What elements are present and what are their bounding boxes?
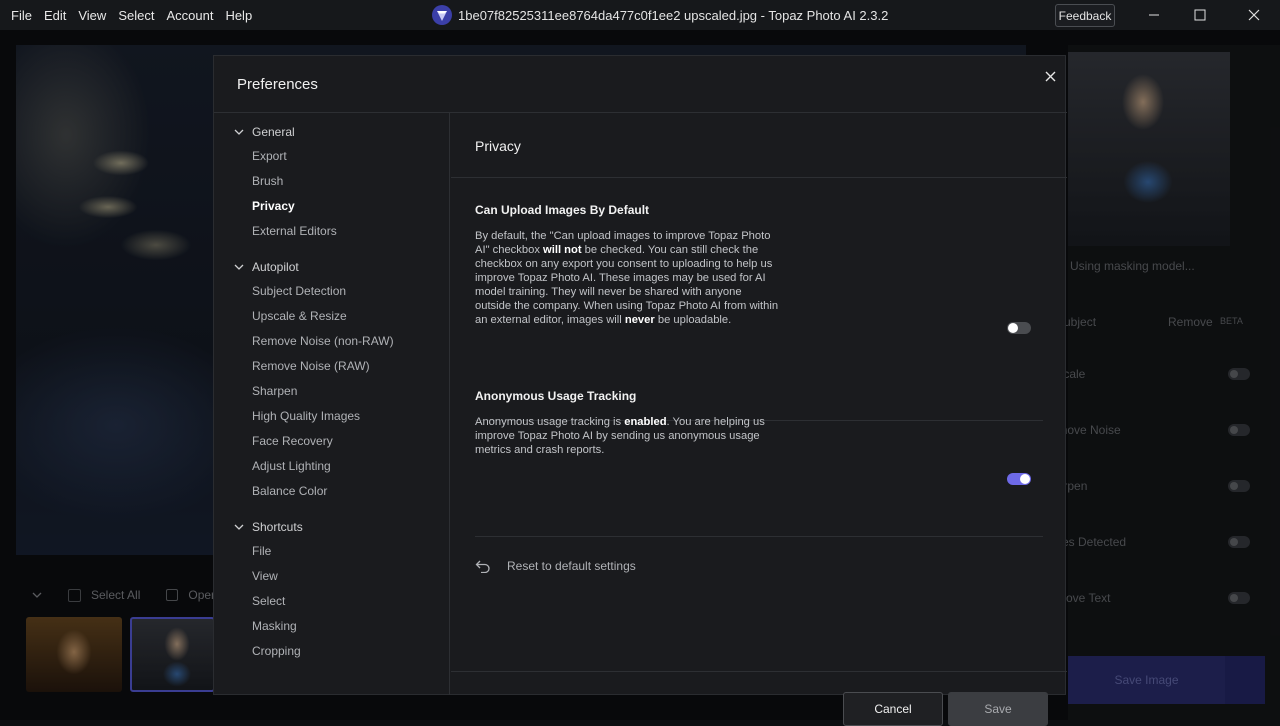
- upload-images-toggle[interactable]: [1007, 322, 1031, 334]
- reset-defaults-label: Reset to default settings: [507, 559, 636, 573]
- nav-sharpen[interactable]: Sharpen: [252, 384, 297, 398]
- nav-remove-noise-nonraw[interactable]: Remove Noise (non-RAW): [252, 334, 394, 348]
- toggle-knob: [1008, 323, 1018, 333]
- menu-edit[interactable]: Edit: [39, 8, 71, 23]
- nav-shortcut-file[interactable]: File: [252, 544, 271, 558]
- menu-view[interactable]: View: [73, 8, 111, 23]
- window-title: 1be07f82525311ee8764da477c0f1ee2 upscale…: [458, 7, 889, 23]
- nav-external-editors[interactable]: External Editors: [252, 224, 337, 238]
- reset-defaults-button[interactable]: Reset to default settings: [475, 559, 636, 573]
- preferences-sidebar: General Export Brush Privacy External Ed…: [214, 113, 450, 695]
- preferences-content: Privacy Can Upload Images By Default By …: [451, 113, 1067, 726]
- maximize-button[interactable]: [1177, 0, 1223, 30]
- close-icon: [1248, 9, 1260, 21]
- group-general[interactable]: General: [234, 125, 295, 139]
- close-icon: [1045, 71, 1055, 81]
- maximize-icon: [1194, 9, 1206, 21]
- topaz-logo-icon: [432, 5, 452, 25]
- upload-setting-title: Can Upload Images By Default: [475, 203, 650, 217]
- group-shortcuts-label: Shortcuts: [252, 520, 303, 534]
- dialog-title: Preferences: [237, 76, 318, 93]
- minimize-button[interactable]: [1131, 0, 1177, 30]
- chevron-down-icon: [234, 524, 244, 530]
- divider: [475, 536, 1043, 537]
- tracking-setting-title: Anonymous Usage Tracking: [475, 389, 637, 403]
- divider: [451, 671, 1067, 672]
- group-autopilot-label: Autopilot: [252, 260, 299, 274]
- chevron-down-icon: [234, 129, 244, 135]
- window-title-area: 1be07f82525311ee8764da477c0f1ee2 upscale…: [432, 0, 888, 30]
- toggle-knob: [1020, 474, 1030, 484]
- feedback-button[interactable]: Feedback: [1055, 4, 1115, 27]
- menu-help[interactable]: Help: [220, 8, 257, 23]
- nav-high-quality-images[interactable]: High Quality Images: [252, 409, 360, 423]
- nav-remove-noise-raw[interactable]: Remove Noise (RAW): [252, 359, 370, 373]
- nav-shortcut-cropping[interactable]: Cropping: [252, 644, 301, 658]
- nav-export[interactable]: Export: [252, 149, 287, 163]
- menu-select[interactable]: Select: [113, 8, 159, 23]
- group-autopilot[interactable]: Autopilot: [234, 260, 299, 274]
- nav-brush[interactable]: Brush: [252, 174, 283, 188]
- title-bar: File Edit View Select Account Help 1be07…: [0, 0, 1280, 30]
- nav-upscale-resize[interactable]: Upscale & Resize: [252, 309, 347, 323]
- undo-icon: [475, 560, 490, 573]
- minimize-icon: [1149, 14, 1159, 16]
- nav-face-recovery[interactable]: Face Recovery: [252, 434, 333, 448]
- nav-shortcut-masking[interactable]: Masking: [252, 619, 297, 633]
- usage-tracking-toggle[interactable]: [1007, 473, 1031, 485]
- group-shortcuts[interactable]: Shortcuts: [234, 520, 303, 534]
- group-general-label: General: [252, 125, 295, 139]
- dialog-close-button[interactable]: [1040, 66, 1060, 86]
- dialog-header: Preferences: [214, 56, 1067, 113]
- preferences-dialog: Preferences General Export Brush Privacy…: [213, 55, 1067, 726]
- divider: [451, 177, 1067, 178]
- save-button[interactable]: Save: [948, 692, 1048, 726]
- menu-file[interactable]: File: [6, 8, 37, 23]
- upload-setting-description: By default, the "Can upload images to im…: [475, 230, 779, 326]
- nav-subject-detection[interactable]: Subject Detection: [252, 284, 346, 298]
- menu-account[interactable]: Account: [161, 8, 218, 23]
- nav-balance-color[interactable]: Balance Color: [252, 484, 327, 498]
- tracking-setting-description: Anonymous usage tracking is enabled. You…: [475, 416, 765, 456]
- chevron-down-icon: [234, 264, 244, 270]
- section-title: Privacy: [475, 138, 521, 154]
- cancel-button[interactable]: Cancel: [843, 692, 943, 726]
- close-window-button[interactable]: [1231, 0, 1277, 30]
- menu-bar: File Edit View Select Account Help: [0, 0, 259, 30]
- nav-adjust-lighting[interactable]: Adjust Lighting: [252, 459, 331, 473]
- nav-shortcut-select[interactable]: Select: [252, 594, 285, 608]
- nav-shortcut-view[interactable]: View: [252, 569, 278, 583]
- nav-privacy[interactable]: Privacy: [252, 199, 295, 213]
